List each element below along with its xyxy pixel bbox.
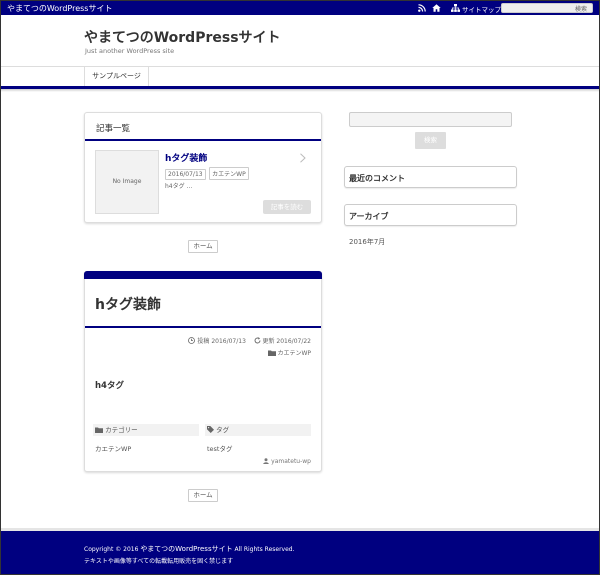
sitemap-link[interactable]: サイトマップ (462, 4, 501, 14)
article-list-heading: 記事一覧 (96, 124, 131, 134)
folder-icon (267, 350, 276, 356)
top-search-button[interactable]: 検索 (571, 4, 591, 13)
archives-title: アーカイブ (349, 212, 389, 221)
rss-icon[interactable] (418, 4, 426, 12)
copyright-site-link[interactable]: やまてつのWordPressサイト (140, 545, 232, 553)
updated-label: 更新 (262, 338, 275, 345)
archive-link[interactable]: 2016年7月 (349, 237, 385, 247)
nav-item-sample-page[interactable]: サンプルページ (84, 67, 149, 86)
category-box-header: カテゴリー (93, 424, 199, 436)
global-nav: サンプルページ (1, 66, 599, 86)
article-list-card: 記事一覧 No Image hタグ装飾 2016/07/13 カエテンWP h4… (84, 112, 322, 223)
entry-category-badge[interactable]: カエテンWP (209, 167, 249, 180)
updated-date: 2016/07/22 (276, 338, 311, 345)
post-title-divider (85, 326, 321, 328)
post-title: hタグ装飾 (95, 297, 161, 313)
copyright-prefix: Copyright © 2016 (84, 546, 141, 553)
tag-box-label: タグ (216, 426, 230, 434)
category-box-value[interactable]: カエテンWP (95, 443, 131, 453)
recent-comments-title: 最近のコメント (349, 174, 405, 183)
top-search-input[interactable] (503, 4, 571, 12)
sidebar-search-input[interactable] (349, 112, 512, 127)
clock-icon (188, 337, 196, 344)
category-box-label: カテゴリー (105, 426, 138, 434)
entry-date-badge: 2016/07/13 (165, 169, 206, 180)
top-search-box: 検索 (501, 3, 593, 13)
post-body-heading: h4タグ (95, 381, 124, 391)
sidebar-search-button[interactable]: 検索 (415, 132, 446, 149)
footer-copyright: Copyright © 2016 やまてつのWordPressサイト All R… (84, 544, 295, 554)
post-category-link[interactable]: カエテンWP (277, 350, 311, 357)
read-more-button[interactable]: 記事を読む (263, 200, 311, 214)
top-bar-site-title[interactable]: やまてつのWordPressサイト (7, 3, 112, 14)
site-tagline: Just another WordPress site (85, 47, 175, 55)
post-author: yamatetu-wp (263, 458, 311, 465)
home-button-bottom[interactable]: ホーム (188, 489, 218, 502)
site-footer: Copyright © 2016 やまてつのWordPressサイト All R… (1, 531, 599, 574)
post-author-name[interactable]: yamatetu-wp (271, 458, 311, 465)
recent-comments-widget: 最近のコメント (344, 166, 517, 188)
nav-shadow (1, 89, 599, 92)
home-button[interactable]: ホーム (188, 240, 218, 253)
user-icon (263, 458, 270, 464)
posted-date: 2016/07/13 (211, 338, 246, 345)
article-list-header: 記事一覧 (85, 113, 321, 141)
archives-widget: アーカイブ (344, 204, 517, 226)
posted-label: 投稿 (197, 338, 210, 345)
tag-icon (207, 426, 214, 433)
home-icon[interactable] (432, 4, 441, 12)
site-title[interactable]: やまてつのWordPressサイト (84, 27, 281, 47)
post-dates: 投稿 2016/07/13 更新 2016/07/22 (188, 336, 311, 345)
entry-meta: 2016/07/13 カエテンWP (165, 167, 250, 180)
sitemap-icon[interactable] (451, 4, 460, 12)
entry-title-link[interactable]: hタグ装飾 (165, 151, 207, 164)
folder-icon (95, 427, 103, 433)
entry-excerpt: h4タグ ... (165, 183, 193, 190)
entry-thumbnail[interactable]: No Image (95, 150, 159, 214)
site-header: やまてつのWordPressサイト Just another WordPress… (1, 15, 599, 66)
post-category-meta: カエテンWP (267, 348, 311, 357)
post-card: hタグ装飾 投稿 2016/07/13 更新 2016/07/22 カエテンWP… (84, 271, 322, 472)
tag-box-value[interactable]: testタグ (207, 443, 232, 453)
copyright-suffix: All Rights Reserved. (232, 546, 295, 553)
post-top-bar (84, 271, 322, 279)
tag-box-header: タグ (205, 424, 311, 436)
chevron-right-icon[interactable] (299, 153, 307, 163)
refresh-icon (254, 337, 260, 344)
footer-notice: テキストや画像等すべての転載転用販売を固く禁じます (84, 558, 234, 565)
top-bar: やまてつのWordPressサイト サイトマップ 検索 (1, 1, 599, 15)
